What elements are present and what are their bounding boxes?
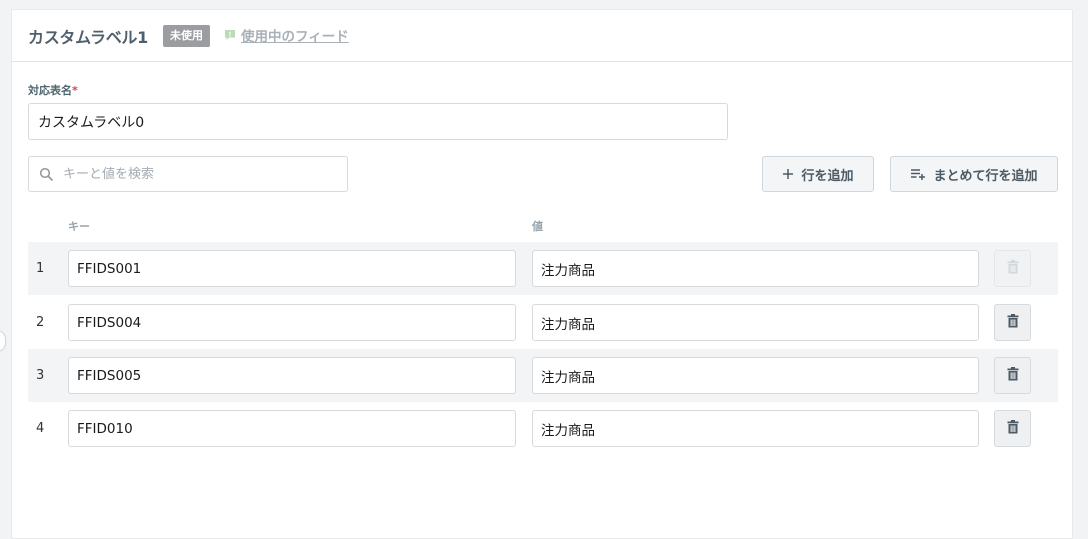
search-input[interactable] <box>63 158 343 190</box>
row-number: 3 <box>36 368 45 383</box>
search-icon <box>39 167 54 182</box>
table-row: 2 <box>28 296 1058 349</box>
key-input[interactable] <box>68 410 516 447</box>
page-title: カスタムラベル1 <box>28 28 148 47</box>
delete-row-button[interactable] <box>994 304 1031 341</box>
feed-usage-link[interactable]: 使用中のフィード <box>224 24 349 46</box>
search-box <box>28 156 348 192</box>
plus-icon <box>782 168 794 180</box>
bulk-add-rows-label: まとめて行を追加 <box>933 168 1038 184</box>
trash-icon <box>1007 259 1019 278</box>
panel-header: カスタムラベル1 未使用 使用中のフィード <box>12 10 1072 62</box>
feed-usage-link-label: 使用中のフィード <box>241 29 349 45</box>
table-row: 1 <box>28 242 1058 295</box>
column-header-value: 値 <box>532 220 543 233</box>
value-input[interactable] <box>532 250 979 287</box>
key-input[interactable] <box>68 357 516 394</box>
key-input[interactable] <box>68 250 516 287</box>
custom-label-panel: カスタムラベル1 未使用 使用中のフィード 対応表名* カスタムラベル0 キーと… <box>11 9 1073 539</box>
required-mark: * <box>72 84 78 97</box>
add-row-button[interactable]: 行を追加 <box>762 156 874 192</box>
collapse-handle[interactable] <box>0 330 6 352</box>
key-input[interactable] <box>68 304 516 341</box>
column-header-key: キー <box>68 220 90 233</box>
row-number: 2 <box>36 315 45 330</box>
add-row-label: 行を追加 <box>801 168 854 184</box>
row-number: 4 <box>36 421 45 436</box>
mapping-name-label: 対応表名* <box>28 84 78 97</box>
table-row: 4 <box>28 402 1058 455</box>
trash-icon <box>1007 313 1019 332</box>
trash-icon <box>1007 366 1019 385</box>
value-input[interactable] <box>532 410 979 447</box>
delete-row-button[interactable] <box>994 357 1031 394</box>
speech-bubble-icon <box>224 29 236 41</box>
trash-icon <box>1007 419 1019 438</box>
value-input[interactable] <box>532 357 979 394</box>
delete-row-button <box>994 250 1031 287</box>
delete-row-button[interactable] <box>994 410 1031 447</box>
mapping-name-input[interactable] <box>28 103 728 140</box>
list-add-icon <box>910 168 926 180</box>
value-input[interactable] <box>532 304 979 341</box>
bulk-add-rows-button[interactable]: まとめて行を追加 <box>890 156 1058 192</box>
row-number: 1 <box>36 261 45 276</box>
status-badge: 未使用 <box>163 25 210 47</box>
table-row: 3 <box>28 349 1058 402</box>
